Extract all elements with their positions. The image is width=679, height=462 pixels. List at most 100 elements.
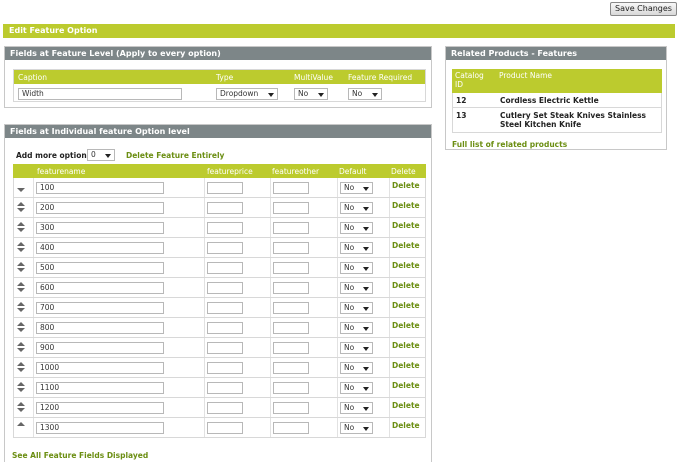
move-down-icon[interactable]: [17, 288, 25, 292]
type-select[interactable]: Dropdown: [216, 88, 278, 100]
reorder-arrows-icon[interactable]: [17, 322, 25, 334]
delete-option-link[interactable]: Delete: [392, 261, 420, 270]
featureother-input[interactable]: [273, 322, 309, 334]
default-select[interactable]: No: [340, 242, 373, 254]
move-down-icon[interactable]: [17, 388, 25, 392]
delete-option-link[interactable]: Delete: [392, 221, 420, 230]
featureprice-input[interactable]: [207, 342, 243, 354]
save-changes-button[interactable]: Save Changes: [610, 2, 677, 16]
featureprice-input[interactable]: [207, 202, 243, 214]
default-select[interactable]: No: [340, 362, 373, 374]
move-up-icon[interactable]: [17, 422, 25, 426]
default-select[interactable]: No: [340, 282, 373, 294]
delete-option-link[interactable]: Delete: [392, 241, 420, 250]
move-up-icon[interactable]: [17, 202, 25, 206]
delete-option-link[interactable]: Delete: [392, 381, 420, 390]
featurename-input[interactable]: 600: [36, 282, 164, 294]
featurename-input[interactable]: 900: [36, 342, 164, 354]
featurename-input[interactable]: 300: [36, 222, 164, 234]
featureother-input[interactable]: [273, 382, 309, 394]
move-down-icon[interactable]: [17, 228, 25, 232]
featureother-input[interactable]: [273, 222, 309, 234]
featurename-input[interactable]: 500: [36, 262, 164, 274]
move-up-icon[interactable]: [17, 262, 25, 266]
featurename-input[interactable]: 700: [36, 302, 164, 314]
featurename-input[interactable]: 100: [36, 182, 164, 194]
move-up-icon[interactable]: [17, 302, 25, 306]
default-select[interactable]: No: [340, 382, 373, 394]
move-down-icon[interactable]: [17, 368, 25, 372]
featureprice-input[interactable]: [207, 222, 243, 234]
default-select[interactable]: No: [340, 402, 373, 414]
featureprice-input[interactable]: [207, 362, 243, 374]
default-select[interactable]: No: [340, 422, 373, 434]
featureother-input[interactable]: [273, 202, 309, 214]
multivalue-select[interactable]: No: [294, 88, 328, 100]
delete-option-link[interactable]: Delete: [392, 201, 420, 210]
reorder-arrows-icon[interactable]: [17, 282, 25, 294]
move-up-icon[interactable]: [17, 402, 25, 406]
delete-option-link[interactable]: Delete: [392, 401, 420, 410]
default-select[interactable]: No: [340, 322, 373, 334]
delete-option-link[interactable]: Delete: [392, 281, 420, 290]
related-row-name[interactable]: Cordless Electric Kettle: [500, 96, 599, 105]
featureprice-input[interactable]: [207, 182, 243, 194]
featureprice-input[interactable]: [207, 402, 243, 414]
delete-option-link[interactable]: Delete: [392, 181, 420, 190]
move-up-icon[interactable]: [17, 322, 25, 326]
featureother-input[interactable]: [273, 342, 309, 354]
featureother-input[interactable]: [273, 422, 309, 434]
delete-option-link[interactable]: Delete: [392, 361, 420, 370]
move-up-icon[interactable]: [17, 382, 25, 386]
reorder-arrows-icon[interactable]: [17, 422, 25, 434]
featurename-input[interactable]: 800: [36, 322, 164, 334]
featureprice-input[interactable]: [207, 282, 243, 294]
featureprice-input[interactable]: [207, 262, 243, 274]
reorder-arrows-icon[interactable]: [17, 402, 25, 414]
featureother-input[interactable]: [273, 282, 309, 294]
move-down-icon[interactable]: [17, 348, 25, 352]
delete-feature-link[interactable]: Delete Feature Entirely: [126, 151, 224, 160]
move-down-icon[interactable]: [17, 268, 25, 272]
full-list-link[interactable]: Full list of related products: [452, 140, 567, 149]
see-all-fields-link[interactable]: See All Feature Fields Displayed: [12, 451, 148, 460]
reorder-arrows-icon[interactable]: [17, 342, 25, 354]
default-select[interactable]: No: [340, 222, 373, 234]
reorder-arrows-icon[interactable]: [17, 222, 25, 234]
featurename-input[interactable]: 1100: [36, 382, 164, 394]
featureother-input[interactable]: [273, 362, 309, 374]
reorder-arrows-icon[interactable]: [17, 382, 25, 394]
featureother-input[interactable]: [273, 242, 309, 254]
move-down-icon[interactable]: [17, 308, 25, 312]
default-select[interactable]: No: [340, 342, 373, 354]
featureprice-input[interactable]: [207, 422, 243, 434]
featureother-input[interactable]: [273, 302, 309, 314]
delete-option-link[interactable]: Delete: [392, 321, 420, 330]
default-select[interactable]: No: [340, 202, 373, 214]
featurename-input[interactable]: 1300: [36, 422, 164, 434]
move-up-icon[interactable]: [17, 222, 25, 226]
move-down-icon[interactable]: [17, 408, 25, 412]
delete-option-link[interactable]: Delete: [392, 341, 420, 350]
reorder-arrows-icon[interactable]: [17, 362, 25, 374]
move-down-icon[interactable]: [17, 248, 25, 252]
featureprice-input[interactable]: [207, 242, 243, 254]
move-down-icon[interactable]: [17, 328, 25, 332]
reorder-arrows-icon[interactable]: [17, 302, 25, 314]
move-up-icon[interactable]: [17, 242, 25, 246]
featureother-input[interactable]: [273, 262, 309, 274]
move-up-icon[interactable]: [17, 282, 25, 286]
default-select[interactable]: No: [340, 262, 373, 274]
move-up-icon[interactable]: [17, 362, 25, 366]
reorder-arrows-icon[interactable]: [17, 242, 25, 254]
delete-option-link[interactable]: Delete: [392, 421, 420, 430]
add-more-options-select[interactable]: 0: [87, 149, 115, 161]
featureprice-input[interactable]: [207, 382, 243, 394]
delete-option-link[interactable]: Delete: [392, 301, 420, 310]
reorder-arrows-icon[interactable]: [17, 182, 25, 194]
move-up-icon[interactable]: [17, 342, 25, 346]
move-down-icon[interactable]: [17, 188, 25, 192]
featurename-input[interactable]: 1200: [36, 402, 164, 414]
featureother-input[interactable]: [273, 182, 309, 194]
related-row-name[interactable]: Cutlery Set Steak Knives Stainless Steel…: [500, 111, 660, 129]
